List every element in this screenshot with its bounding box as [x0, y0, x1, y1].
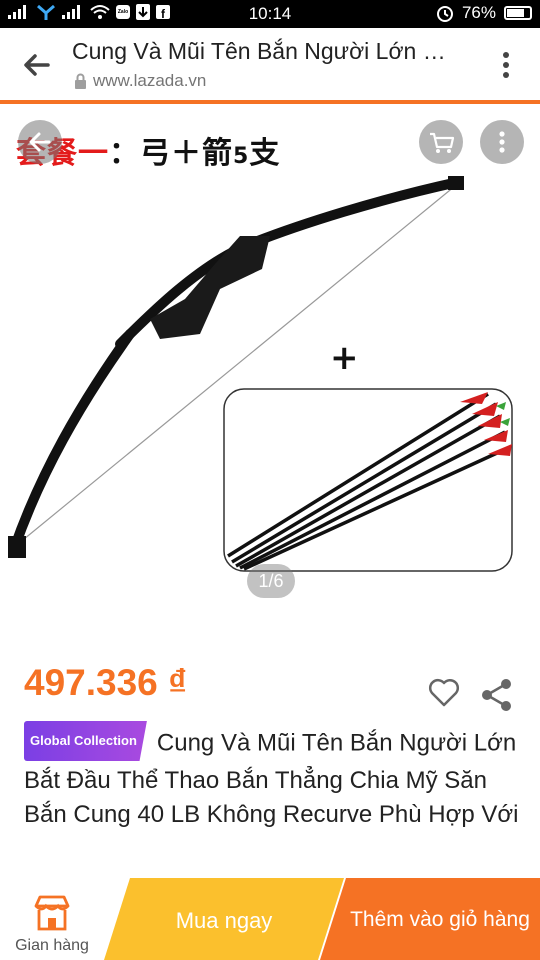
buy-now-button[interactable]: Mua ngay	[104, 878, 344, 960]
global-collection-badge: Global Collection	[24, 721, 147, 761]
bow-illustration: +	[8, 176, 513, 572]
alarm-icon	[436, 6, 453, 22]
promo-tail: 支	[249, 136, 281, 171]
promo-num: 5	[233, 144, 250, 169]
status-bar: Zalo f 10:14 76%	[0, 0, 540, 28]
image-page-indicator: 1/6	[247, 564, 295, 598]
bottom-action-bar: Gian hàng Mua ngay Thêm vào giỏ hàng	[0, 878, 540, 960]
product-image-carousel[interactable]: + 套餐一：弓＋箭5支 1/6	[0, 104, 540, 644]
buy-now-label: Mua ngay	[175, 908, 273, 933]
share-icon[interactable]	[480, 678, 514, 712]
url-text: www.lazada.vn	[93, 71, 207, 90]
back-arrow-icon	[29, 132, 51, 152]
store-label: Gian hàng	[15, 937, 89, 954]
page-title: Cung Và Mũi Tên Bắn Người Lớn Bắt Đầu Th…	[72, 38, 452, 64]
url-bar[interactable]: www.lazada.vn	[74, 71, 206, 91]
promo-black: ：弓＋箭	[109, 136, 233, 171]
cart-button[interactable]	[419, 120, 463, 164]
add-to-cart-label: Thêm vào giỏ hàng	[350, 908, 530, 931]
cart-icon	[430, 132, 455, 153]
battery-percent: 76%	[461, 3, 496, 22]
battery-icon	[504, 6, 532, 20]
store-icon	[34, 895, 70, 931]
lock-icon	[75, 73, 86, 89]
browser-bar: Cung Và Mũi Tên Bắn Người Lớn Bắt Đầu Th…	[0, 28, 540, 100]
heart-icon[interactable]	[427, 678, 461, 708]
product-price: 497.336 ₫	[24, 662, 188, 703]
add-to-cart-button[interactable]: Thêm vào giỏ hàng	[320, 878, 540, 960]
status-right: 76%	[436, 3, 532, 23]
image-back-button[interactable]	[18, 120, 62, 164]
store-button[interactable]: Gian hàng	[0, 878, 110, 960]
back-arrow-icon[interactable]	[22, 50, 52, 80]
plus-sign: +	[330, 338, 359, 378]
more-menu-icon[interactable]	[502, 50, 510, 80]
more-vertical-icon	[499, 131, 505, 153]
product-description: Global Collection Cung Và Mũi Tên Bắn Ngư…	[24, 721, 520, 832]
image-more-button[interactable]	[480, 120, 524, 164]
